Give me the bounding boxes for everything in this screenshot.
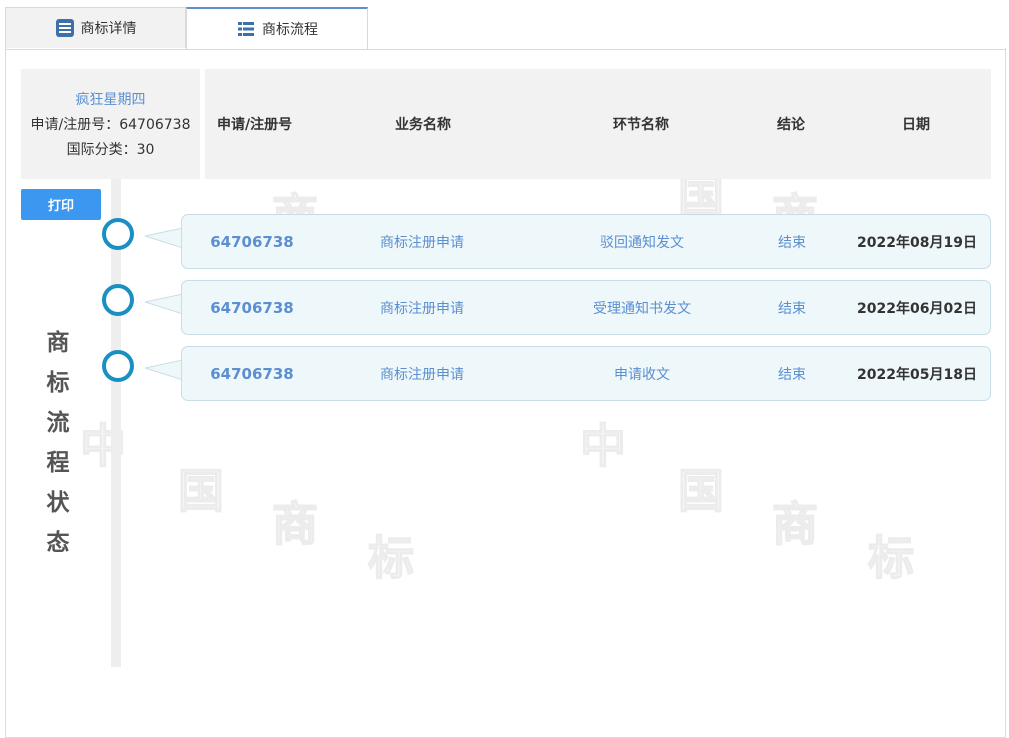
col-header-business: 业务名称 bbox=[395, 117, 451, 133]
timeline-bar bbox=[111, 179, 121, 667]
table-row: 64706738 商标注册申请 申请收文 结束 2022年05月18日 bbox=[181, 346, 991, 401]
document-list-icon bbox=[55, 18, 75, 38]
row-date: 2022年06月02日 bbox=[857, 300, 977, 317]
intl-class: 国际分类：30 bbox=[66, 142, 155, 158]
row-number[interactable]: 64706738 bbox=[182, 281, 322, 334]
vertical-title-char: 状 bbox=[46, 490, 70, 516]
row-result: 结束 bbox=[778, 300, 806, 317]
timeline-node bbox=[102, 350, 134, 382]
timeline-node bbox=[102, 284, 134, 316]
col-header-result: 结论 bbox=[777, 117, 805, 133]
col-header-date: 日期 bbox=[902, 117, 930, 133]
row-business: 商标注册申请 bbox=[380, 366, 464, 383]
tab-bar: 商标详情 商标流程 bbox=[5, 7, 1006, 50]
row-date: 2022年05月18日 bbox=[857, 366, 977, 383]
table-row: 64706738 商标注册申请 驳回通知发文 结束 2022年08月19日 bbox=[181, 214, 991, 269]
vertical-title-char: 标 bbox=[46, 370, 70, 396]
row-result: 结束 bbox=[778, 234, 806, 251]
trademark-name[interactable]: 疯狂星期四 bbox=[21, 88, 200, 113]
row-stage: 受理通知书发文 bbox=[593, 300, 691, 317]
tab-trademark-details[interactable]: 商标详情 bbox=[5, 7, 186, 48]
table-header: 申请/注册号 业务名称 环节名称 结论 日期 bbox=[205, 69, 991, 179]
row-stage: 驳回通知发文 bbox=[600, 234, 684, 251]
col-header-stage: 环节名称 bbox=[613, 117, 669, 133]
tab-trademark-process[interactable]: 商标流程 bbox=[186, 7, 368, 49]
reg-number: 申请/注册号：64706738 bbox=[30, 117, 191, 133]
row-result: 结束 bbox=[778, 366, 806, 383]
vertical-title-char: 流 bbox=[46, 410, 70, 436]
row-date: 2022年08月19日 bbox=[857, 234, 977, 251]
timeline-node bbox=[102, 218, 134, 250]
table-row: 64706738 商标注册申请 受理通知书发文 结束 2022年06月02日 bbox=[181, 280, 991, 335]
tab-label: 商标详情 bbox=[80, 21, 137, 37]
row-stage: 申请收文 bbox=[614, 366, 670, 383]
row-pointer bbox=[145, 360, 183, 380]
vertical-title: 商 标 流 程 状 态 bbox=[40, 323, 76, 563]
print-button[interactable]: 打印 bbox=[21, 189, 101, 220]
tab-label: 商标流程 bbox=[262, 22, 318, 38]
row-pointer bbox=[145, 228, 183, 248]
row-number[interactable]: 64706738 bbox=[182, 215, 322, 268]
row-business: 商标注册申请 bbox=[380, 234, 464, 251]
table-list-icon bbox=[236, 19, 256, 39]
row-number[interactable]: 64706738 bbox=[182, 347, 322, 400]
vertical-title-char: 态 bbox=[46, 530, 70, 556]
row-business: 商标注册申请 bbox=[380, 300, 464, 317]
vertical-title-char: 程 bbox=[46, 450, 70, 476]
vertical-title-char: 商 bbox=[46, 330, 70, 356]
col-header-number: 申请/注册号 bbox=[217, 117, 293, 133]
row-pointer bbox=[145, 294, 183, 314]
trademark-info-box: 疯狂星期四 申请/注册号：64706738 国际分类：30 bbox=[21, 69, 200, 179]
